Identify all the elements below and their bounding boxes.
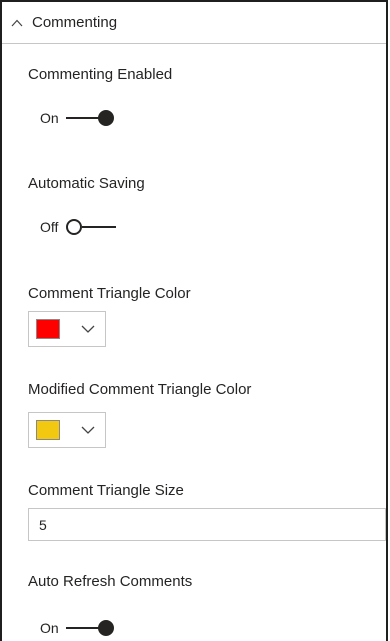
- color-swatch: [36, 420, 60, 440]
- modified-comment-triangle-color-picker[interactable]: [28, 412, 106, 448]
- automatic-saving-label: Automatic Saving: [28, 175, 145, 192]
- comment-triangle-size-label: Comment Triangle Size: [28, 482, 184, 499]
- toggle-track-line: [82, 226, 116, 228]
- toggle-switch[interactable]: [66, 218, 116, 236]
- format-pane: Commenting Commenting Enabled On Automat…: [0, 0, 388, 641]
- modified-comment-triangle-color-label: Modified Comment Triangle Color: [28, 381, 252, 398]
- section-title: Commenting: [32, 14, 118, 31]
- commenting-section-header[interactable]: Commenting: [2, 0, 386, 44]
- toggle-state-label: On: [40, 620, 59, 636]
- comment-triangle-color-picker[interactable]: [28, 311, 106, 347]
- chevron-up-icon[interactable]: [8, 14, 26, 32]
- toggle-state-label: Off: [40, 219, 59, 235]
- chevron-down-icon[interactable]: [80, 323, 96, 335]
- auto-refresh-comments-label: Auto Refresh Comments: [28, 573, 193, 590]
- toggle-state-label: On: [40, 110, 59, 126]
- color-swatch: [36, 319, 60, 339]
- toggle-knob: [98, 110, 114, 126]
- toggle-track-line: [66, 117, 100, 119]
- auto-refresh-comments-toggle[interactable]: On: [40, 616, 116, 640]
- toggle-switch[interactable]: [66, 109, 116, 127]
- toggle-switch[interactable]: [66, 619, 116, 637]
- commenting-enabled-toggle[interactable]: On: [40, 106, 116, 130]
- chevron-down-icon[interactable]: [80, 424, 96, 436]
- comment-triangle-size-input[interactable]: [28, 508, 386, 541]
- comment-triangle-color-label: Comment Triangle Color: [28, 285, 191, 302]
- commenting-enabled-label: Commenting Enabled: [28, 66, 173, 83]
- toggle-knob: [66, 219, 82, 235]
- automatic-saving-toggle[interactable]: Off: [40, 215, 116, 239]
- toggle-track-line: [66, 627, 100, 629]
- toggle-knob: [98, 620, 114, 636]
